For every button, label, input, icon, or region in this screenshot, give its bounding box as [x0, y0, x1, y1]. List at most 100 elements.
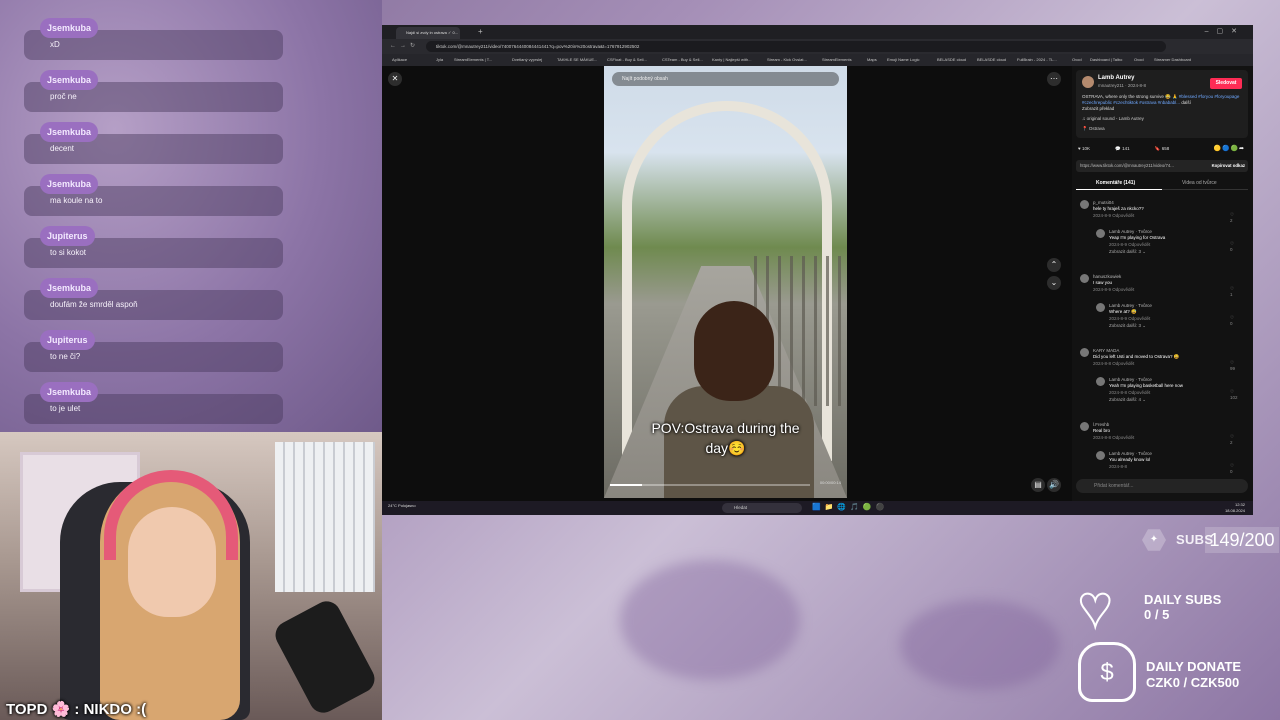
bookmark[interactable]: BELASDE cloud: [937, 56, 966, 64]
comment-avatar[interactable]: [1080, 422, 1089, 431]
comment-meta[interactable]: 2024-8-8 Odpovědět: [1093, 435, 1134, 441]
url-field[interactable]: tiktok.com/@mnautrey211/video/7400764440…: [426, 41, 1166, 52]
bookmark[interactable]: Stream - Kick Ovslat...: [767, 56, 807, 64]
bookmark[interactable]: Dvetlaný vyprslej: [512, 56, 542, 64]
chat-text: decent: [50, 144, 75, 153]
window-controls-icon[interactable]: –▢✕: [1205, 27, 1245, 35]
video-description: OSTRAVA, where only the strong survive 😂…: [1082, 94, 1242, 112]
comment-text: Yeah I'm playing basketball here now: [1109, 383, 1183, 388]
translate-link[interactable]: Zobrazit překlad: [1082, 106, 1114, 111]
tab-comments[interactable]: Komentáře (141): [1096, 176, 1135, 190]
comment-meta[interactable]: 2024-8-9 Odpovědět: [1093, 287, 1134, 293]
similar-content-search[interactable]: Najít podobný obsah: [612, 72, 839, 86]
comment-meta[interactable]: 2024-8-8 Odpovědět: [1109, 390, 1150, 396]
comment-likes[interactable]: ♡ 2: [1230, 212, 1234, 224]
comment-likes[interactable]: ♡ 1: [1230, 286, 1234, 298]
comment-avatar[interactable]: [1096, 303, 1105, 312]
comment-likes[interactable]: ♡ 99: [1230, 360, 1235, 372]
comment-likes[interactable]: ♡ 0: [1230, 463, 1234, 475]
add-comment-input[interactable]: Přidat komentář...: [1076, 479, 1248, 493]
comment-count[interactable]: 💬 141: [1115, 146, 1141, 151]
comment-meta[interactable]: 2024-8-8: [1109, 464, 1127, 470]
captions-icon[interactable]: ▤: [1031, 478, 1045, 492]
money-bag-icon: $: [1078, 642, 1136, 702]
chat-message: Jupiterus to si kokot: [24, 226, 283, 268]
watercolor-splash: [900, 600, 1060, 690]
taskbar-search[interactable]: Hledat: [722, 503, 802, 513]
bookmark[interactable]: Dashboard | Talbo: [1090, 56, 1122, 64]
comment-avatar[interactable]: [1096, 229, 1105, 238]
comment-avatar[interactable]: [1080, 274, 1089, 283]
bookmark[interactable]: Maps: [867, 56, 877, 64]
comment-avatar[interactable]: [1080, 348, 1089, 357]
save-count[interactable]: 🔖 658: [1155, 146, 1181, 151]
more-options-icon[interactable]: ⋯: [1047, 72, 1061, 86]
tab-creator-videos[interactable]: Videa od tvůrce: [1182, 176, 1217, 190]
volume-icon[interactable]: 🔊: [1047, 478, 1061, 492]
bookmark[interactable]: Emoji Name Logic: [887, 56, 919, 64]
show-more-replies[interactable]: Zobrazit další: 3 ⌄: [1109, 249, 1146, 255]
bookmark[interactable]: Kanty | Najlepší with...: [712, 56, 752, 64]
bookmark[interactable]: Aplikace: [392, 56, 407, 64]
bookmark[interactable]: FullBrain - 2024 - TL...: [1017, 56, 1057, 64]
bookmark[interactable]: StreamElements | T...: [454, 56, 492, 64]
comment-likes[interactable]: ♡ 0: [1230, 241, 1234, 253]
close-icon[interactable]: ✕: [388, 72, 402, 86]
chat-text: ma koule na to: [50, 196, 103, 205]
show-more-replies[interactable]: Zobrazit další: 3 ⌄: [1109, 323, 1146, 329]
author-name[interactable]: Lamb Autrey: [1098, 75, 1134, 81]
chat-text: proč ne: [50, 92, 77, 101]
video-link[interactable]: https://www.tiktok.com/@mnautrey211/vide…: [1080, 163, 1174, 168]
comment-meta[interactable]: 2024-8-9 Odpovědět: [1093, 213, 1134, 219]
share-icons[interactable]: 🟡🔵🟢➦: [1214, 145, 1245, 152]
browser-tab[interactable]: Najdi si zvdy in ostrava ✓ 0...: [396, 27, 460, 39]
video-player[interactable]: Najít podobný obsah POV:Ostrava during t…: [604, 66, 847, 498]
chat-username: Jsemkuba: [40, 70, 99, 90]
bookmark[interactable]: Jyla: [436, 56, 443, 64]
comment-avatar[interactable]: [1080, 200, 1089, 209]
video-progress-bar[interactable]: [610, 484, 810, 486]
webcam-feed: TOPD 🌸 : NIKDO :(: [0, 432, 382, 720]
more-link[interactable]: další: [1181, 100, 1191, 105]
bookmark[interactable]: StreamElements: [822, 56, 852, 64]
bookmark[interactable]: Ovod: [1072, 56, 1082, 64]
bookmark[interactable]: Ovod: [1134, 56, 1144, 64]
chat-message: Jsemkuba decent: [24, 122, 283, 164]
bookmark[interactable]: TAKHLE SE MÁKUE...: [557, 56, 597, 64]
caption-line: day☺️: [705, 440, 746, 456]
chat-message: Jsemkuba doufám že smrděl aspoň: [24, 278, 283, 320]
comment-text: Did you left Usti and moved to Ostrava? …: [1093, 354, 1180, 359]
new-tab-icon[interactable]: +: [478, 27, 483, 36]
taskbar-app-icons[interactable]: 🟦📁🌐🎵🟢⚫: [812, 503, 888, 511]
sound-link[interactable]: ♫ original sound - Lamb Autrey: [1082, 116, 1144, 121]
daily-subs-title: DAILY SUBS: [1144, 592, 1222, 607]
bookmark[interactable]: BELASDE cloud: [977, 56, 1006, 64]
show-more-replies[interactable]: Zobrazit další: 4 ⌄: [1109, 397, 1146, 403]
author-avatar[interactable]: [1082, 76, 1094, 88]
comment-likes[interactable]: ♡ 2: [1230, 434, 1234, 446]
bookmark[interactable]: CSTeam - Buy & Sell...: [662, 56, 703, 64]
comment-meta[interactable]: 2024-8-9 Odpovědět: [1109, 316, 1150, 322]
follow-button[interactable]: Sledovat: [1210, 78, 1242, 89]
chat-message: Jupiterus to ne či?: [24, 330, 283, 372]
subs-count: 149/200: [1205, 527, 1279, 553]
like-count[interactable]: ♥ 10K: [1078, 146, 1102, 151]
copy-link-button[interactable]: Kopírovat odkaz: [1212, 160, 1245, 172]
comment-avatar[interactable]: [1096, 451, 1105, 460]
comment-avatar[interactable]: [1096, 377, 1105, 386]
nav-arrows-icon[interactable]: ←→↻: [390, 42, 419, 49]
bookmark[interactable]: Streamer Dashboard: [1154, 56, 1191, 64]
location-tag[interactable]: 📍 Ostrava: [1082, 126, 1105, 132]
chat-text: xD: [50, 40, 60, 49]
comment-likes[interactable]: ♡ 0: [1230, 315, 1234, 327]
comment-likes[interactable]: ♡ 102: [1230, 389, 1238, 401]
bookmark[interactable]: CSFloat - Buy & Sell...: [607, 56, 647, 64]
chevron-down-icon[interactable]: ⌄: [1047, 276, 1061, 290]
comment-meta[interactable]: 2024-8-8 Odpovědět: [1093, 361, 1134, 367]
chevron-up-icon[interactable]: ⌃: [1047, 258, 1061, 272]
daily-donate-value: CZK0 / CZK500: [1146, 675, 1240, 690]
taskbar-clock[interactable]: 12:32 18.08.2024: [1225, 502, 1245, 514]
weather-widget[interactable]: 24°C Polojasno: [388, 503, 416, 508]
tiktok-viewer: ✕ ⋯ ⌃ ⌄ ▤ 🔊 Najít podobný obsah POV:Ostr…: [382, 66, 1253, 501]
comment-meta[interactable]: 2024-8-9 Odpovědět: [1109, 242, 1150, 248]
